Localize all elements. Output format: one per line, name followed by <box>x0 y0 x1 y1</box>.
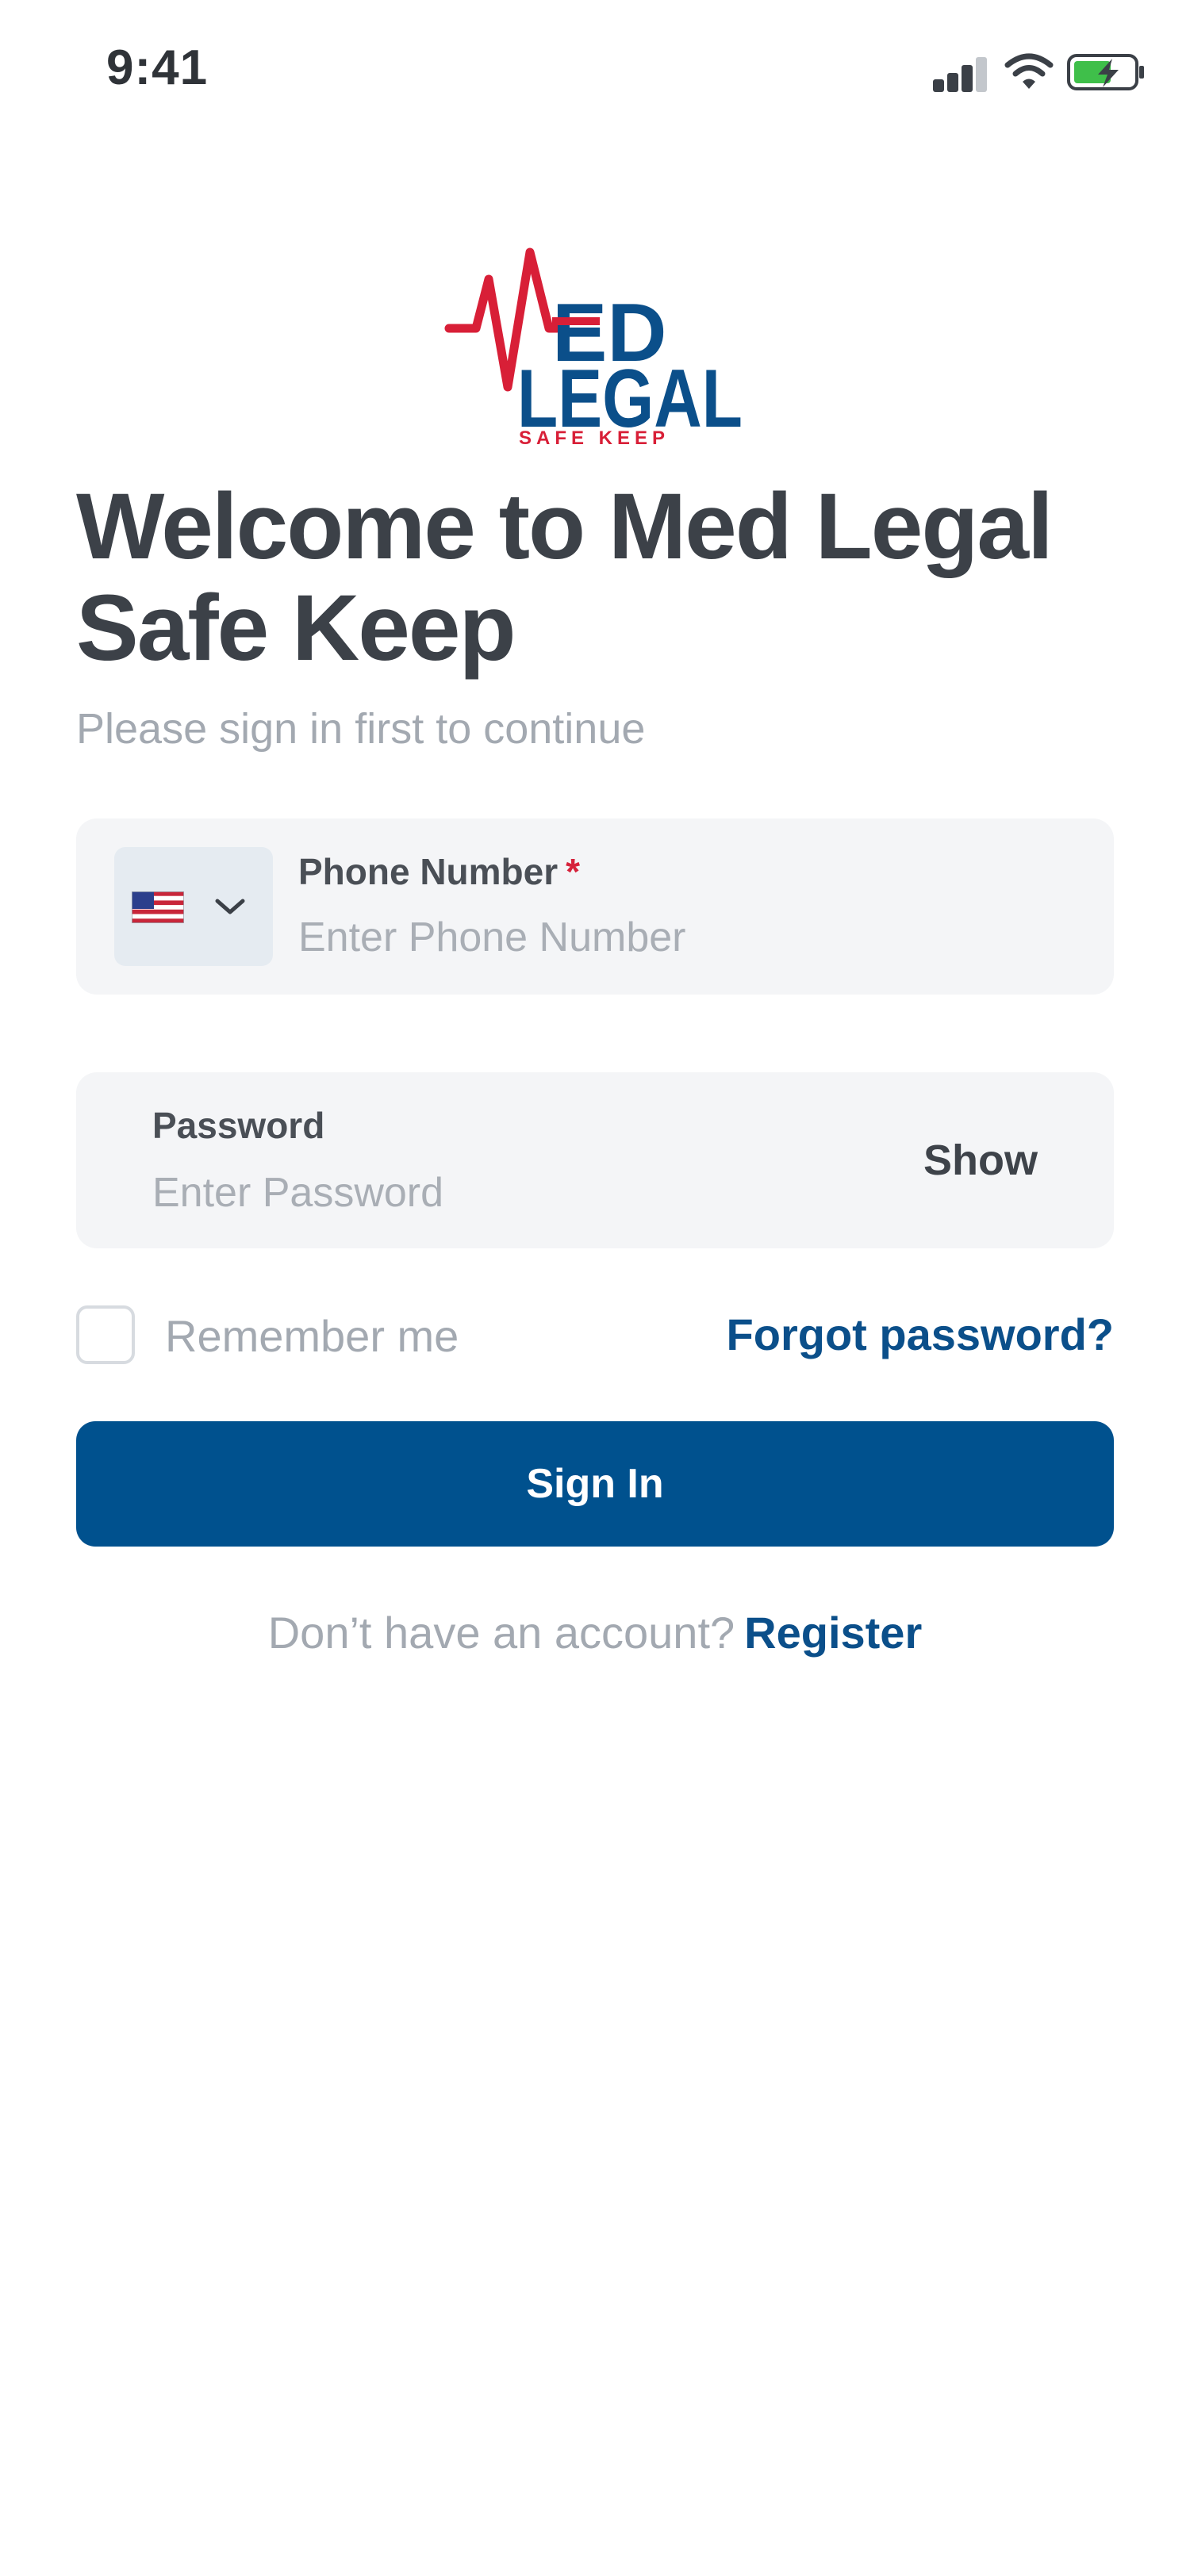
remember-row: Remember me Forgot password? <box>76 1304 1114 1370</box>
phone-number-label-text: Phone Number <box>298 851 559 892</box>
country-code-picker[interactable] <box>114 847 273 966</box>
wifi-icon <box>1004 52 1054 90</box>
phone-number-label: Phone Number * <box>298 850 580 893</box>
password-label: Password <box>152 1105 325 1146</box>
status-time: 9:41 <box>106 40 209 95</box>
phone-number-input[interactable] <box>298 914 1012 961</box>
forgot-password-link[interactable]: Forgot password? <box>727 1309 1114 1360</box>
page-subtitle: Please sign in first to continue <box>76 705 646 753</box>
password-input[interactable] <box>152 1169 787 1217</box>
status-bar: 9:41 <box>0 0 1190 143</box>
med-legal-logo: ED LEGAL SAFE KEEP <box>444 246 746 449</box>
chevron-down-icon <box>213 895 248 918</box>
required-asterisk: * <box>566 851 581 892</box>
logo-tagline: SAFE KEEP <box>519 427 670 444</box>
password-field[interactable]: Password Show <box>76 1072 1114 1248</box>
us-flag-icon <box>131 891 185 924</box>
register-link[interactable]: Register <box>744 1608 922 1658</box>
show-password-toggle[interactable]: Show <box>923 1136 1038 1185</box>
page-title: Welcome to Med Legal Safe Keep <box>76 474 1054 680</box>
remember-me-label[interactable]: Remember me <box>165 1310 459 1362</box>
register-prompt: Don’t have an account? <box>267 1608 735 1658</box>
sign-in-button[interactable]: Sign In <box>76 1421 1114 1547</box>
signal-icon <box>933 56 988 92</box>
register-row: Don’t have an account? Register <box>0 1607 1190 1658</box>
battery-charging-icon <box>1066 52 1146 92</box>
remember-me-checkbox[interactable] <box>76 1305 135 1364</box>
phone-number-field[interactable]: Phone Number * <box>76 818 1114 995</box>
